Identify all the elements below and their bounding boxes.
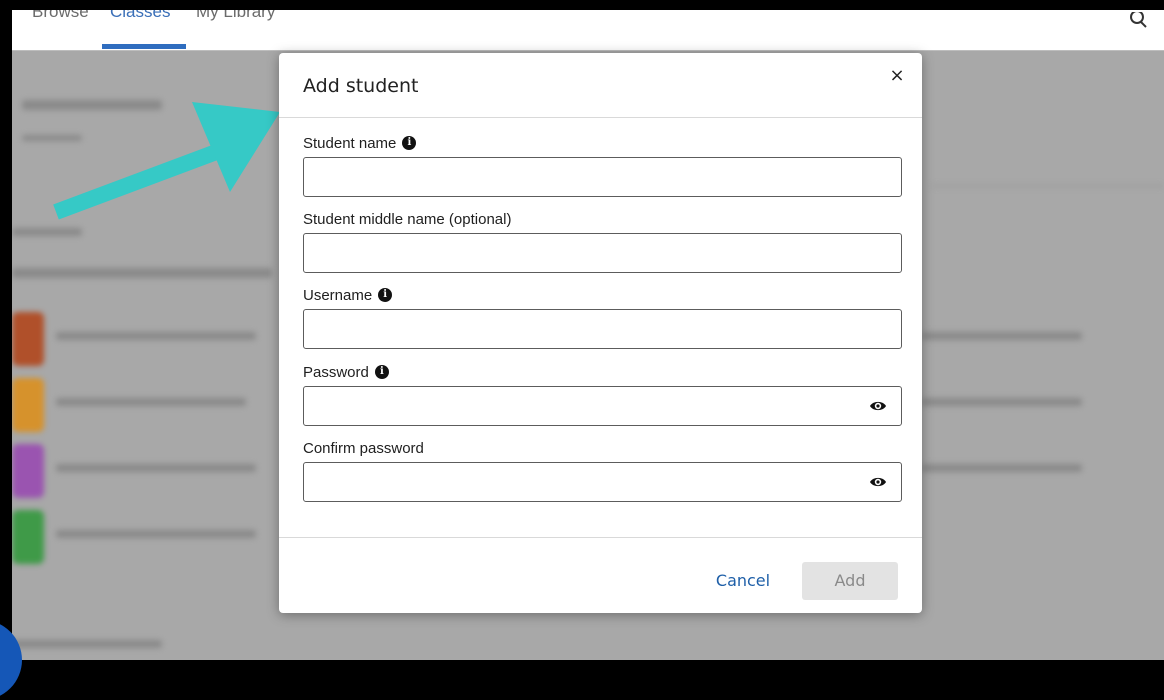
confirm-password-input-box[interactable] [303,462,902,502]
active-tab-indicator [102,44,186,49]
annotation-arrow [53,102,280,220]
confirm-password-field: Confirm password [303,438,902,502]
confirm-password-label: Confirm password [303,439,424,457]
eye-icon[interactable] [869,473,887,491]
info-icon[interactable]: i [402,136,417,150]
nav-browse[interactable]: Browse [32,10,89,22]
bg-class-color [12,510,44,564]
middle-name-label: Student middle name (optional) [303,210,512,228]
add-student-dialog: Add student × Student name i Student mid… [279,53,922,613]
student-name-input-box[interactable] [303,157,902,197]
add-button[interactable]: Add [802,562,898,600]
dialog-footer: Cancel Add [279,537,922,614]
bg-text-line [56,332,256,340]
username-input-box[interactable] [303,309,902,349]
bg-class-color [12,378,44,432]
nav-my-library[interactable]: My Library [196,10,275,22]
bg-text-line [56,530,256,538]
eye-icon[interactable] [869,397,887,415]
bg-class-color [12,444,44,498]
bg-divider [932,185,1164,187]
middle-name-input-box[interactable] [303,233,902,273]
bg-text-line [922,332,1082,340]
username-label: Username [303,286,373,304]
username-label-row: Username i [303,285,902,305]
username-field: Username i [303,285,902,349]
confirm-password-label-row: Confirm password [303,438,902,458]
student-name-label-row: Student name i [303,133,902,153]
bg-text-line [56,398,246,406]
bg-text-line [12,268,272,278]
info-icon[interactable]: i [374,365,389,379]
cancel-button[interactable]: Cancel [703,568,783,594]
bg-text-line [56,464,256,472]
username-input[interactable] [304,310,901,348]
bg-class-color [12,312,44,366]
info-icon[interactable]: i [378,288,393,302]
bg-text-line [12,640,162,648]
dialog-title: Add student [303,75,419,97]
student-name-field: Student name i [303,133,902,197]
password-input-box[interactable] [303,386,902,426]
password-field: Password i [303,362,902,426]
nav-classes[interactable]: Classes [110,10,170,22]
student-name-input[interactable] [304,158,901,196]
middle-name-input[interactable] [304,234,901,272]
search-icon[interactable] [1128,10,1150,34]
password-label: Password [303,363,369,381]
bg-text-line [922,464,1082,472]
student-name-label: Student name [303,134,397,152]
password-label-row: Password i [303,362,902,382]
dialog-header: Add student × [279,53,922,118]
middle-name-field: Student middle name (optional) [303,209,902,273]
top-nav: Browse Classes My Library [12,10,1164,51]
confirm-password-input[interactable] [304,463,901,501]
middle-name-label-row: Student middle name (optional) [303,209,902,229]
bg-text-line [922,398,1082,406]
close-icon[interactable]: × [886,65,908,87]
password-input[interactable] [304,387,901,425]
